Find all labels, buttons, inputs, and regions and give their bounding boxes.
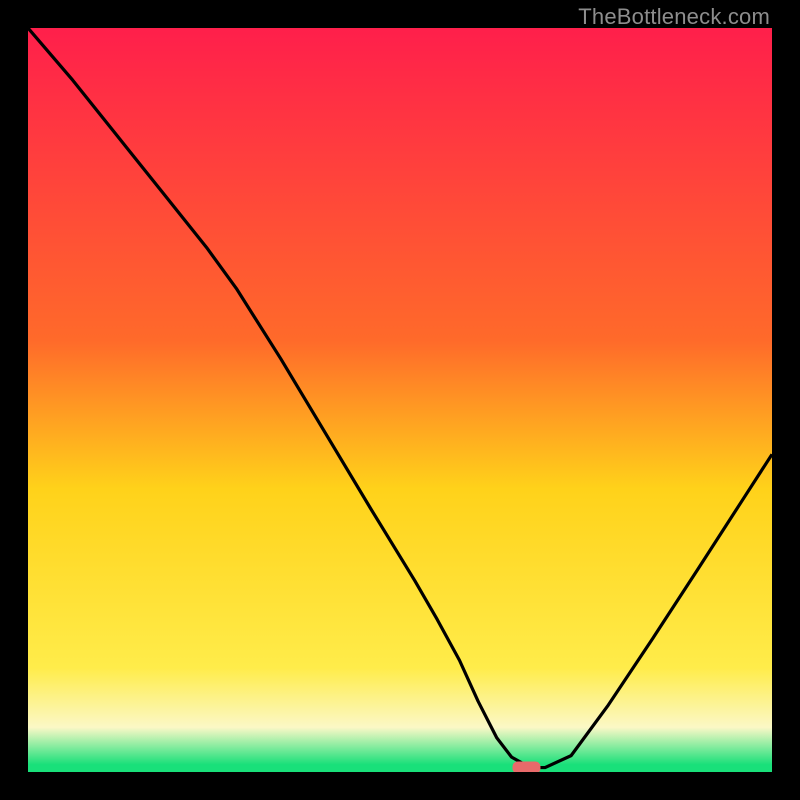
outer-black-frame: TheBottleneck.com (0, 0, 800, 800)
plot-area (28, 28, 772, 772)
chart-svg (28, 28, 772, 772)
watermark-text: TheBottleneck.com (578, 4, 770, 30)
optimal-marker (512, 762, 540, 772)
gradient-background (28, 28, 772, 772)
